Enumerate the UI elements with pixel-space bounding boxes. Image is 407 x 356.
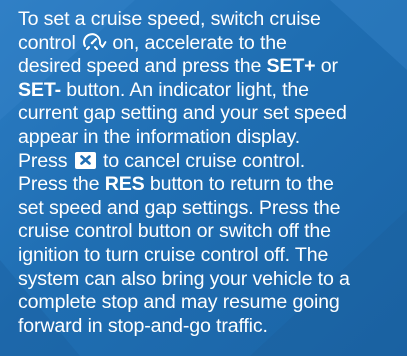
text-line: forward in stop-and-go traffic. bbox=[18, 314, 268, 337]
text-line: SET- button. An indicator light, the bbox=[18, 78, 309, 101]
text-line: system can also bring your vehicle to a bbox=[18, 267, 350, 290]
text-line: Press the RES button to return to the bbox=[18, 173, 334, 196]
text-line: desired speed and press the SET+ or bbox=[18, 55, 338, 78]
text-line: current gap setting and your set speed bbox=[18, 102, 347, 125]
text-line: To set a cruise speed, switch cruise bbox=[18, 8, 321, 30]
res-label: RES bbox=[104, 173, 145, 196]
cruise-control-instructions: To set a cruise speed, switch cruise con… bbox=[18, 8, 404, 338]
text-line: ignition to turn cruise control off. The bbox=[18, 243, 329, 266]
set-plus-label: SET+ bbox=[266, 55, 316, 78]
cancel-x-icon bbox=[74, 151, 96, 169]
text-line: Press to cancel cruise control. bbox=[18, 149, 306, 172]
set-minus-label: SET- bbox=[18, 78, 61, 101]
text-line: control on, accelerate to the bbox=[18, 32, 404, 56]
text-line: cruise control button or switch off the bbox=[18, 220, 331, 243]
text-line: complete stop and may resume going bbox=[18, 291, 340, 314]
text-line: set speed and gap settings. Press the bbox=[18, 196, 341, 219]
text-line: appear in the information display. bbox=[18, 125, 301, 148]
